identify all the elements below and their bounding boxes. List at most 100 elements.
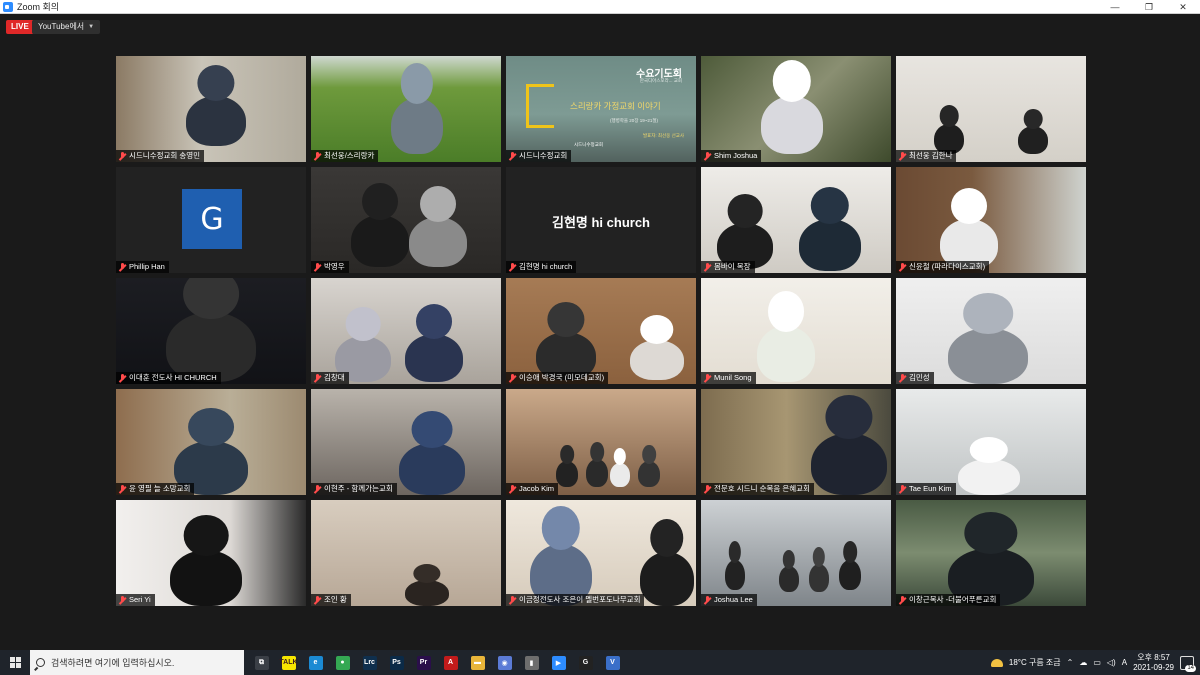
start-button[interactable]	[0, 650, 30, 675]
taskbar-task-view-icon[interactable]: ⧉	[248, 650, 275, 675]
participant-tile[interactable]: 김현명 hi church 김현명 hi church	[506, 167, 696, 273]
edge-glyph: e	[308, 655, 323, 670]
slide-church: 시드니수정교회	[574, 142, 603, 147]
taskbar-lightroom-icon[interactable]: Lrc	[356, 650, 383, 675]
participant-name: Munil Song	[714, 373, 752, 382]
muted-mic-icon	[703, 151, 712, 161]
participant-tile[interactable]: 이승애 박경국 (미모데교회)	[506, 278, 696, 384]
participant-name-bar: 박영우	[311, 261, 349, 273]
participant-name-bar: 윤 영필 늘 소망교회	[116, 483, 195, 495]
clock[interactable]: 오후 8:57 2021-09-29	[1133, 653, 1174, 673]
chevron-up-icon[interactable]: ⌃	[1067, 658, 1074, 667]
close-button[interactable]: ✕	[1166, 0, 1200, 14]
search-placeholder: 검색하려면 여기에 입력하십시오.	[51, 658, 175, 668]
participant-tile[interactable]: 이창근목사 -더불어푸른교회	[896, 500, 1086, 606]
participant-name-bar: 신윤철 (파라다이스교회)	[896, 261, 990, 273]
participant-tile[interactable]: G Phillip Han	[116, 167, 306, 273]
video-feed	[896, 56, 1086, 162]
premiere-glyph: Pr	[416, 655, 431, 670]
muted-mic-icon	[118, 595, 127, 605]
slide-speaker: 발표자: 최선웅 선교사	[642, 133, 684, 138]
live-badge[interactable]: LIVE	[6, 20, 34, 34]
weather-text[interactable]: 18°C 구름 조금	[1009, 657, 1061, 668]
participant-name-bar: Seri Yi	[116, 594, 155, 606]
participant-tile[interactable]: 이현주 - 함께가는교회	[311, 389, 501, 495]
taskbar-v-app-icon[interactable]: V	[599, 650, 626, 675]
participant-tile[interactable]: 이대훈 전도사 HI CHURCH	[116, 278, 306, 384]
video-feed: G	[116, 167, 306, 273]
participant-tile[interactable]: 수요기도회 한국디아스포라... 교회 스리랑카 가정교회 이야기 (행병학을 20장…	[506, 56, 696, 162]
camera-glyph: ◉	[497, 655, 512, 670]
participant-tile[interactable]: Munil Song	[701, 278, 891, 384]
chrome-glyph: ●	[335, 655, 350, 670]
participant-tile[interactable]: 조인 황	[311, 500, 501, 606]
participant-tile[interactable]: 최선웅 김한나	[896, 56, 1086, 162]
restore-button[interactable]: ❐	[1132, 0, 1166, 14]
video-feed	[701, 167, 891, 273]
video-feed	[311, 56, 501, 162]
minimize-button[interactable]: —	[1098, 0, 1132, 14]
taskbar-chrome-icon[interactable]: ●	[329, 650, 356, 675]
participant-silhouette	[556, 461, 578, 487]
participant-tile[interactable]: 박영우	[311, 167, 501, 273]
muted-mic-icon	[118, 373, 127, 383]
zoom-app-icon	[3, 1, 13, 12]
participant-tile[interactable]: 김민성	[896, 278, 1086, 384]
window-title: Zoom 회의	[17, 1, 60, 12]
muted-mic-icon	[703, 373, 712, 383]
g-app-glyph: G	[578, 655, 593, 670]
taskbar-usb-icon[interactable]: ▮	[518, 650, 545, 675]
participant-tile[interactable]: 김창대	[311, 278, 501, 384]
muted-mic-icon	[898, 151, 907, 161]
participant-tile[interactable]: Seri Yi	[116, 500, 306, 606]
video-feed	[116, 56, 306, 162]
participant-tile[interactable]: 시드니수정교회 송영민	[116, 56, 306, 162]
participant-tile[interactable]: Shim Joshua	[701, 56, 891, 162]
ime-indicator[interactable]: A	[1122, 658, 1127, 667]
cloud-icon[interactable]: ☁	[1079, 658, 1087, 667]
participant-name-bar: 시드니수정교회	[506, 150, 572, 162]
video-feed	[311, 389, 501, 495]
volume-icon[interactable]: ◁)	[1107, 658, 1116, 667]
network-icon[interactable]: ▭	[1093, 658, 1101, 667]
participant-name: 이금정전도사 조은이 멜번포도나무교회	[519, 595, 641, 604]
taskbar-premiere-icon[interactable]: Pr	[410, 650, 437, 675]
taskbar-edge-icon[interactable]: e	[302, 650, 329, 675]
participant-silhouette	[630, 340, 684, 380]
video-feed	[896, 167, 1086, 273]
taskbar-g-app-icon[interactable]: G	[572, 650, 599, 675]
taskbar-camera-icon[interactable]: ◉	[491, 650, 518, 675]
taskbar-zoom-icon[interactable]: ▶	[545, 650, 572, 675]
participant-tile[interactable]: 신윤철 (파라다이스교회)	[896, 167, 1086, 273]
taskbar-photoshop-icon[interactable]: Ps	[383, 650, 410, 675]
video-feed	[116, 500, 306, 606]
muted-mic-icon	[703, 484, 712, 494]
participant-name: 조인 황	[324, 595, 347, 604]
participant-tile[interactable]: 최선웅/스리랑카	[311, 56, 501, 162]
taskbar-explorer-icon[interactable]: ▬	[464, 650, 491, 675]
taskbar-acrobat-icon[interactable]: A	[437, 650, 464, 675]
taskbar-kakaotalk-icon[interactable]: TALK	[275, 650, 302, 675]
participant-tile[interactable]: Jacob Kim	[506, 389, 696, 495]
participant-tile[interactable]: 몸바이 목장	[701, 167, 891, 273]
muted-mic-icon	[898, 595, 907, 605]
participant-silhouette	[586, 459, 608, 487]
participant-tile[interactable]: 이금정전도사 조은이 멜번포도나무교회	[506, 500, 696, 606]
notification-center-icon[interactable]: 14	[1180, 655, 1196, 672]
muted-mic-icon	[703, 595, 712, 605]
explorer-glyph: ▬	[470, 655, 485, 670]
participant-name: Tae Eun Kim	[909, 484, 952, 493]
muted-mic-icon	[898, 373, 907, 383]
participant-name-bar: 김현명 hi church	[506, 261, 577, 273]
slide-heading: 스리랑카 가정교회 이야기	[570, 101, 661, 111]
taskbar-search[interactable]: 검색하려면 여기에 입력하십시오.	[30, 650, 244, 675]
participant-tile[interactable]: 윤 영필 늘 소망교회	[116, 389, 306, 495]
muted-mic-icon	[118, 151, 127, 161]
muted-mic-icon	[313, 595, 322, 605]
muted-mic-icon	[508, 262, 517, 272]
youtube-stream-button[interactable]: YouTube에서 ▼	[32, 20, 101, 34]
participant-tile[interactable]: Joshua Lee	[701, 500, 891, 606]
participant-name: 김민성	[909, 373, 930, 382]
participant-tile[interactable]: Tae Eun Kim	[896, 389, 1086, 495]
participant-tile[interactable]: 전문호 시드니 순복음 은혜교회	[701, 389, 891, 495]
